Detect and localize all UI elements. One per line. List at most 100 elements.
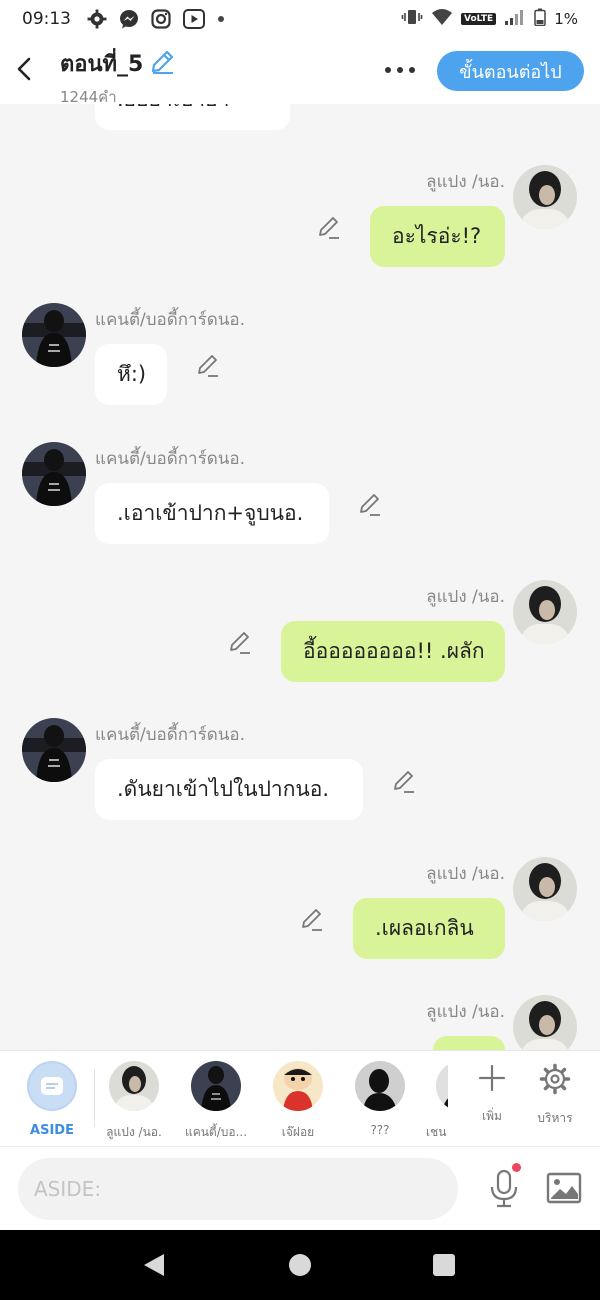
avatar — [109, 1061, 159, 1111]
title-block: ตอนที่_5 1244คำ — [60, 46, 175, 109]
pencil-icon — [230, 632, 250, 654]
message-text: หึ:) — [117, 362, 147, 386]
avatar[interactable] — [513, 165, 577, 229]
speaker-name: ลูแปง /นอ. — [426, 864, 505, 884]
speaker-name: ลูแปง /นอ. — [426, 1002, 505, 1022]
image-icon — [546, 1172, 582, 1204]
message-bubble[interactable]: .เผลอเกลิน — [353, 898, 505, 959]
avatar[interactable] — [22, 442, 86, 506]
message-text: .ยอยาเบาอา — [117, 104, 229, 116]
message-bubble[interactable]: หึ:) — [95, 344, 167, 405]
pencil-icon — [394, 771, 414, 793]
message-text: .เอาเข้าปาก+จูบนอ. — [117, 501, 304, 525]
battery-level: 1% — [554, 10, 578, 28]
pencil-icon — [319, 217, 339, 239]
signal-icon — [504, 8, 526, 30]
pencil-icon — [198, 355, 218, 377]
speaker-name: แคนตี้/บอดี้การ์ดนอ. — [95, 725, 246, 745]
message-input[interactable] — [18, 1158, 458, 1220]
avatar[interactable] — [22, 303, 86, 367]
edit-message-button[interactable] — [228, 631, 252, 655]
mic-button[interactable] — [484, 1165, 524, 1213]
avatar[interactable] — [22, 718, 86, 782]
battery-icon — [534, 8, 546, 30]
message-text: อี้ออออออออ!! .ผลัก — [303, 639, 485, 663]
avatar — [191, 1061, 241, 1111]
aside-icon — [27, 1061, 77, 1111]
character-label: เชน — [426, 1125, 447, 1139]
add-character-button[interactable]: เพิ่ม — [466, 1063, 518, 1126]
character-item[interactable]: เจ๊ฝอย — [258, 1061, 338, 1142]
character-aside[interactable]: ASIDE — [12, 1061, 92, 1138]
volte-badge: VoLTE — [461, 13, 497, 25]
message-text: อะไรอ่ะ!? — [392, 224, 482, 248]
avatar — [273, 1061, 323, 1111]
recording-dot — [512, 1163, 521, 1172]
app-header: ตอนที่_5 1244คำ ขั้นตอนต่อไป — [0, 38, 600, 106]
back-button[interactable] — [12, 52, 36, 86]
messenger-icon — [119, 9, 139, 29]
gear-icon — [539, 1063, 571, 1095]
message-bubble[interactable] — [433, 1036, 505, 1050]
message-bubble[interactable]: .ดันยาเข้าไปในปากนอ. — [95, 759, 363, 820]
message-bubble[interactable]: อี้ออออออออ!! .ผลัก — [281, 621, 505, 682]
message-text: .เผลอเกลิน — [375, 916, 474, 940]
instagram-icon — [151, 9, 171, 29]
notification-dot-icon — [217, 15, 225, 23]
edit-title-button[interactable] — [149, 49, 175, 79]
speaker-name: แคนตี้/บอดี้การ์ดนอ. — [95, 449, 246, 469]
edit-message-button[interactable] — [358, 493, 382, 517]
back-icon — [17, 57, 31, 81]
back-triangle-icon — [144, 1254, 164, 1276]
edit-message-button[interactable] — [300, 908, 324, 932]
system-nav-bar — [0, 1230, 600, 1300]
image-button[interactable] — [545, 1169, 583, 1207]
message-bubble[interactable]: .เอาเข้าปาก+จูบนอ. — [95, 483, 329, 544]
episode-title[interactable]: ตอนที่_5 — [60, 46, 143, 81]
manage-button[interactable]: บริหาร — [529, 1063, 581, 1128]
chat-area[interactable]: .ยอยาเบาอา ลูแปง /นอ. อะไรอ่ะ!? แคนตี้/บ… — [0, 104, 600, 1050]
message-text: .ดันยาเข้าไปในปากนอ. — [117, 777, 330, 801]
manage-label: บริหาร — [537, 1111, 573, 1125]
status-bar: 09:13 VoLTE 1% — [0, 0, 600, 38]
plus-icon — [478, 1064, 506, 1092]
avatar[interactable] — [513, 857, 577, 921]
message-bubble[interactable]: อะไรอ่ะ!? — [370, 206, 505, 267]
avatar — [355, 1061, 405, 1111]
character-item[interactable]: แคนตี้/บอ... — [176, 1061, 256, 1142]
pencil-icon — [302, 909, 322, 931]
status-time: 09:13 — [22, 9, 71, 29]
message-bubble[interactable]: .ยอยาเบาอา — [95, 104, 290, 130]
next-step-button[interactable]: ขั้นตอนต่อไป — [437, 51, 584, 91]
speaker-name: แคนตี้/บอดี้การ์ดนอ. — [95, 310, 246, 330]
more-icon — [385, 67, 415, 73]
edit-message-button[interactable] — [196, 354, 220, 378]
nav-home-button[interactable] — [289, 1254, 311, 1276]
wifi-icon — [431, 8, 453, 30]
pencil-icon — [152, 50, 174, 74]
mic-icon — [490, 1169, 518, 1208]
character-label: เจ๊ฝอย — [281, 1125, 315, 1139]
avatar[interactable] — [513, 995, 577, 1050]
add-label: เพิ่ม — [482, 1109, 502, 1123]
character-bar: ASIDE ลูแปง /นอ. แคนตี้/บอ... เจ๊ฝอย ???… — [0, 1050, 600, 1146]
pencil-icon — [360, 494, 380, 516]
more-button[interactable] — [384, 58, 416, 82]
character-label: ลูแปง /นอ. — [106, 1125, 162, 1139]
character-label: ASIDE — [30, 1123, 74, 1138]
settings-icon — [87, 9, 107, 29]
nav-back-button[interactable] — [142, 1252, 166, 1282]
edit-message-button[interactable] — [317, 216, 341, 240]
speaker-name: ลูแปง /นอ. — [426, 587, 505, 607]
avatar[interactable] — [513, 580, 577, 644]
character-label: แคนตี้/บอ... — [184, 1125, 248, 1139]
character-item[interactable]: ลูแปง /นอ. — [94, 1061, 174, 1142]
edit-message-button[interactable] — [392, 770, 416, 794]
nav-recents-button[interactable] — [433, 1254, 455, 1276]
composer-bar — [0, 1146, 600, 1230]
speaker-name: ลูแปง /นอ. — [426, 172, 505, 192]
vibrate-icon — [401, 8, 423, 30]
character-item[interactable]: เชน — [400, 1061, 448, 1142]
avatar — [436, 1061, 448, 1111]
youtube-icon — [183, 9, 205, 29]
